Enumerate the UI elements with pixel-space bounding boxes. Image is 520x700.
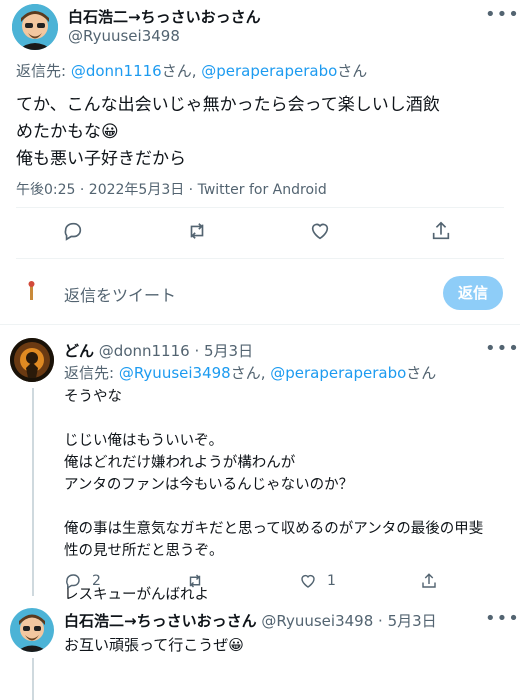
reply-button[interactable]: 返信 (443, 276, 503, 310)
reply1-avatar[interactable] (10, 338, 54, 382)
composer-avatar (26, 280, 36, 302)
reply-to-sep: さん, (161, 62, 202, 80)
tweet-text-line: 俺も悪い子好きだから (16, 149, 186, 169)
reply-to-line: 返信先: @donn1116さん, @peraperaperaboさん (16, 60, 367, 81)
reply1-reply-count: 2 (92, 573, 101, 589)
reply1-author-handle[interactable]: @donn1116 (99, 342, 190, 360)
reply-to-user-2[interactable]: @peraperaperabo (201, 62, 337, 80)
reply1-header: どん @donn1116 · 5月3日 (64, 340, 253, 361)
reply-to-user-1[interactable]: @donn1116 (71, 62, 162, 80)
reply1-retweet-icon[interactable] (186, 572, 204, 590)
tweet-text-line: めたかもな😀 (16, 122, 119, 142)
reply1-like-icon[interactable] (299, 572, 317, 590)
section-divider (0, 324, 520, 325)
reply1-text-line (64, 408, 483, 430)
reply-icon[interactable] (62, 220, 84, 242)
reply2-avatar[interactable] (10, 608, 54, 652)
reply1-author-name[interactable]: どん (64, 342, 94, 360)
more-options-icon[interactable]: ••• (485, 4, 520, 25)
reply-to-suffix: さん (406, 364, 437, 382)
thread-line (32, 388, 34, 596)
author-handle[interactable]: @Ryuusei3498 (68, 27, 180, 45)
share-icon[interactable] (430, 220, 452, 242)
reply1-text-line: そうやな (64, 389, 122, 405)
reply-to-sep: さん, (230, 364, 271, 382)
tweet-text: てか、こんな出会いじゃ無かったら会って楽しいし酒飲 めたかもな😀 俺も悪い子好き… (16, 92, 440, 173)
reply1-text-line: 俺の事は生意気なガキだと思って収めるのがアンタの最後の甲斐 (64, 521, 484, 537)
reply1-text-line: 俺はどれだけ嫌われようが構わんが (64, 455, 296, 471)
reply2-date[interactable]: · 5月3日 (378, 612, 437, 630)
reply1-reply-to: 返信先: @Ryuusei3498さん, @peraperaperaboさん (64, 362, 436, 383)
reply2-more-options-icon[interactable]: ••• (485, 608, 520, 629)
reply1-date[interactable]: · 5月3日 (194, 342, 253, 360)
reply1-text-line: 性の見せ所だと思うぞ。 (64, 543, 224, 559)
tweet-meta[interactable]: 午後0:25 · 2022年5月3日 · Twitter for Android (16, 179, 327, 199)
tweet-text-line: てか、こんな出会いじゃ無かったら会って楽しいし酒飲 (16, 95, 440, 115)
reply-to-prefix: 返信先: (64, 364, 119, 382)
reply-input[interactable]: 返信をツイート (64, 282, 176, 306)
author-name[interactable]: 白石浩二→ちっさいおっさん (68, 6, 261, 27)
author-avatar[interactable] (12, 4, 58, 50)
reply2-header: 白石浩二→ちっさいおっさん @Ryuusei3498 · 5月3日 (64, 610, 437, 631)
reply2-author-name[interactable]: 白石浩二→ちっさいおっさん (64, 612, 257, 630)
divider (16, 258, 504, 259)
reply-to-user-2[interactable]: @peraperaperabo (270, 364, 406, 382)
reply2-text: お互い頑張って行こうぜ😀 (64, 636, 244, 654)
divider (16, 207, 504, 208)
reply1-text-line: アンタのファンは今もいるんじゃないのか？ (64, 477, 354, 493)
reply-to-prefix: 返信先: (16, 62, 71, 80)
reply1-reply-icon[interactable] (64, 572, 82, 590)
reply1-text-line (64, 496, 483, 518)
reply-to-suffix: さん (337, 62, 368, 80)
reply1-text-line: じじい俺はもういいぞ。 (64, 433, 224, 449)
reply1-like-count: 1 (327, 573, 336, 589)
thread-line (32, 658, 34, 700)
reply2-author-handle[interactable]: @Ryuusei3498 (261, 612, 373, 630)
reply1-more-options-icon[interactable]: ••• (485, 338, 520, 359)
like-icon[interactable] (309, 220, 331, 242)
retweet-icon[interactable] (186, 220, 208, 242)
reply1-share-icon[interactable] (420, 572, 438, 590)
reply-button-label: 返信 (457, 284, 488, 302)
reply-to-user-1[interactable]: @Ryuusei3498 (119, 364, 231, 382)
